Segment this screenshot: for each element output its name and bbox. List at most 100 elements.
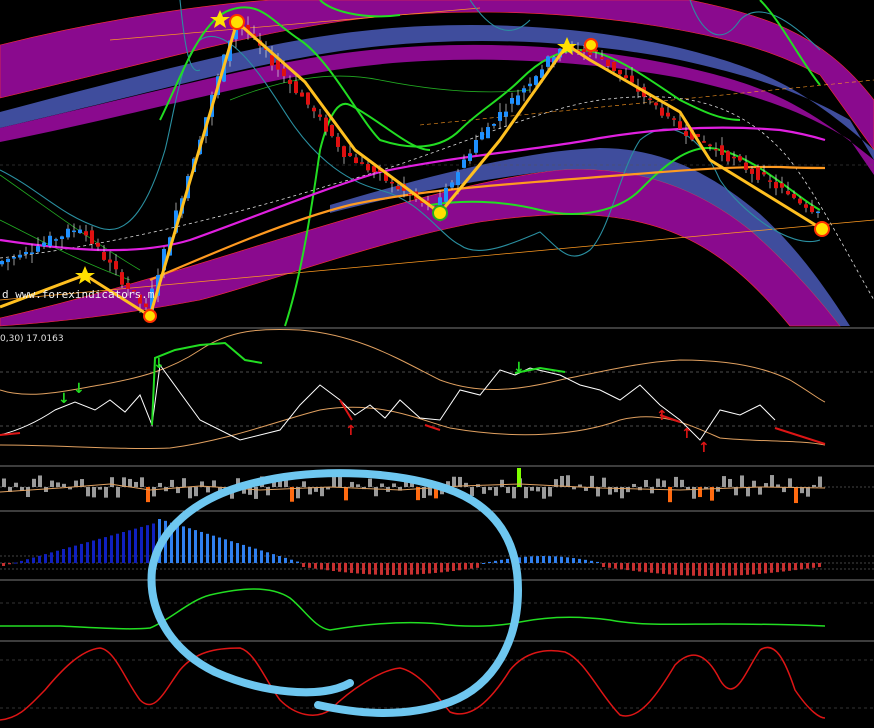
histogram-bar (368, 563, 371, 575)
volume-bar (722, 476, 726, 487)
candle-body (516, 95, 520, 105)
volume-bar (656, 478, 660, 487)
histogram-bar (404, 563, 407, 575)
histogram-bar (596, 561, 599, 563)
volume-bar (728, 478, 732, 487)
histogram-bar (506, 558, 509, 563)
candle-body (702, 141, 706, 143)
candle-body (372, 166, 376, 173)
histogram-bar (206, 533, 209, 563)
histogram-bar (122, 532, 125, 563)
candle-body (144, 303, 148, 308)
candle-body (30, 252, 34, 254)
candle-body (612, 61, 616, 72)
volume-bar (572, 487, 576, 490)
indicator-label: 0,30) 17.0163 (0, 334, 64, 344)
histogram-bar (50, 552, 53, 563)
candle-body (768, 180, 772, 182)
volume-bar (632, 483, 636, 487)
volume-bar (506, 487, 510, 494)
histogram-bar (458, 563, 461, 571)
volume-bar (566, 475, 570, 487)
volume-bar (26, 487, 30, 498)
volume-bar (680, 479, 684, 487)
low-marker (814, 221, 830, 237)
histogram-bar (488, 561, 491, 563)
histogram-bar (548, 556, 551, 563)
histogram-bar (536, 556, 539, 563)
candle-body (282, 68, 286, 77)
candle-body (48, 235, 52, 247)
volume-bar (392, 483, 396, 487)
candle-body (54, 239, 58, 241)
volume-bar (500, 479, 504, 487)
volume-bar (380, 483, 384, 487)
histogram-bar (320, 563, 323, 570)
candle-body (648, 98, 652, 100)
volume-bar (284, 480, 288, 487)
histogram-bar (602, 563, 605, 567)
volume-bar (818, 476, 822, 487)
candle-body (498, 112, 502, 121)
candle-body (732, 156, 736, 159)
candle-body (606, 59, 610, 67)
candle-body (792, 193, 796, 198)
histogram-bar (818, 563, 821, 567)
volume-bar (158, 482, 162, 487)
candle-body (84, 231, 88, 236)
candle-body (624, 75, 628, 79)
candle-body (810, 206, 814, 213)
histogram-bar (338, 563, 341, 572)
candle-body (546, 56, 550, 67)
histogram-bar (812, 563, 815, 568)
candle-body (660, 107, 664, 116)
candle-body (72, 230, 76, 233)
candle-body (120, 272, 124, 285)
volume-bar (206, 487, 210, 493)
candle-body (360, 162, 364, 164)
histogram-bar (230, 541, 233, 563)
histogram-bar (722, 563, 725, 576)
histogram-bar (656, 563, 659, 574)
volume-bar (794, 487, 798, 504)
volume-bar (560, 475, 564, 487)
volume-bar (788, 478, 792, 487)
volume-bar (674, 476, 678, 487)
volume-bar (524, 487, 528, 499)
candle-body (762, 172, 766, 175)
candle-body (108, 259, 112, 263)
volume-bar (356, 484, 360, 487)
histogram-bar (434, 563, 437, 573)
histogram-bar (416, 563, 419, 575)
volume-bar (74, 480, 78, 487)
candle-body (492, 123, 496, 126)
candle-body (534, 76, 538, 85)
histogram-bar (362, 563, 365, 574)
candle-body (474, 139, 478, 153)
volume-bar (536, 487, 540, 492)
histogram-bar (674, 563, 677, 575)
histogram-bar (770, 563, 773, 573)
histogram-bar (26, 559, 29, 563)
histogram-bar (332, 563, 335, 571)
candle-body (96, 242, 100, 247)
candle-body (444, 187, 448, 202)
volume-bar (812, 484, 816, 487)
histogram-bar (140, 526, 143, 563)
volume-bar (128, 478, 132, 487)
histogram-bar (224, 539, 227, 563)
histogram-bar (344, 563, 347, 573)
histogram-bar (734, 563, 737, 576)
histogram-bar (110, 535, 113, 563)
volume-bar (452, 476, 456, 487)
candle-body (12, 257, 16, 259)
histogram-bar (98, 538, 101, 563)
candle-body (18, 254, 22, 258)
candle-body (600, 57, 604, 60)
volume-bar (302, 481, 306, 487)
sell-arrow-icon: ↑ (698, 440, 710, 456)
histogram-bar (776, 563, 779, 573)
histogram-bar (398, 563, 401, 575)
histogram-bar (686, 563, 689, 576)
candle-body (504, 111, 508, 117)
